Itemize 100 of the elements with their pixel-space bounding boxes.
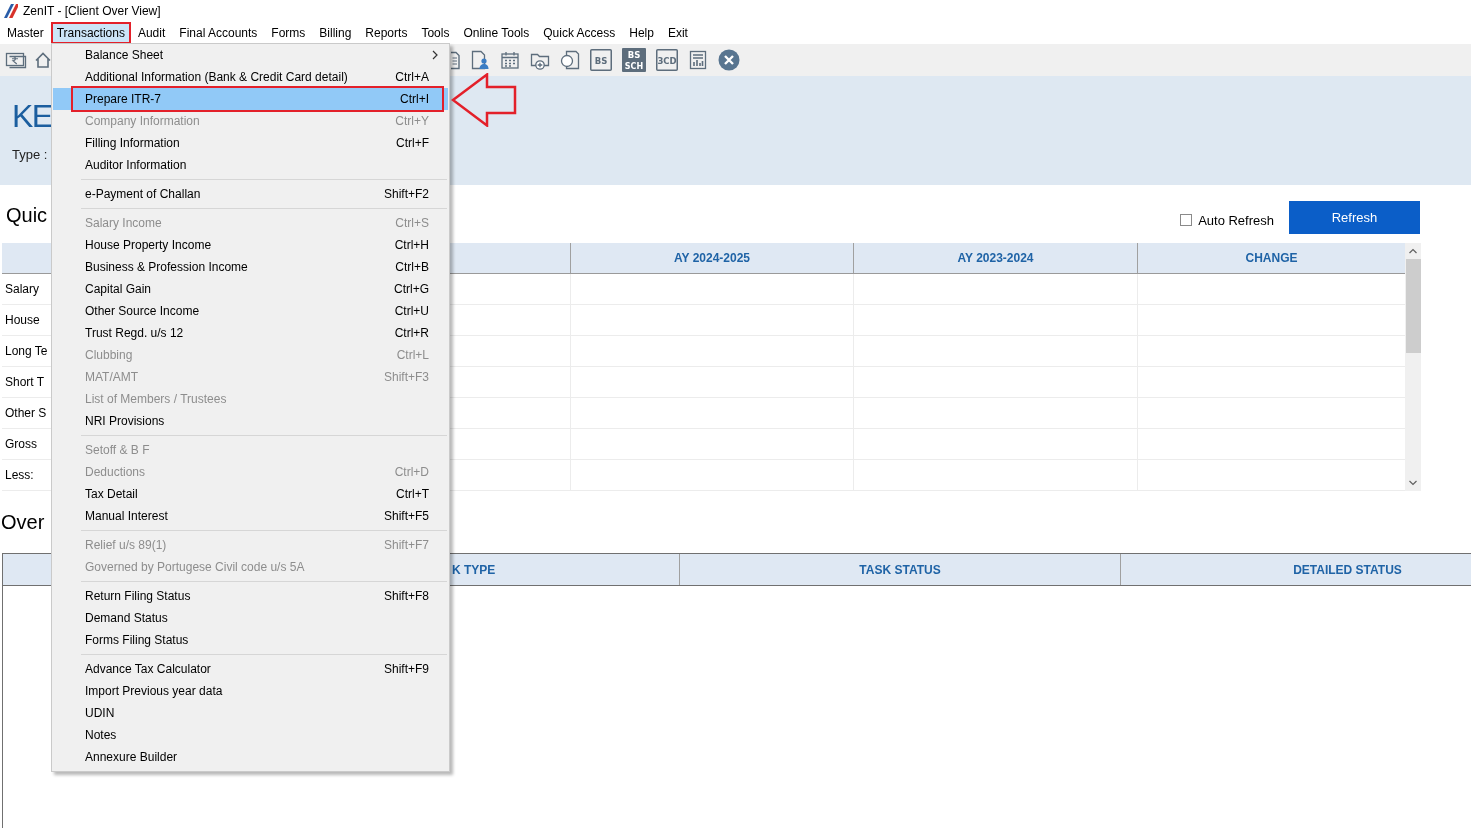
calendar-icon[interactable] [500,50,520,70]
refresh-button[interactable]: Refresh [1289,201,1420,234]
shortcut-label: Shift+F9 [383,662,429,676]
shortcut-label: Shift+F8 [383,589,429,603]
scroll-thumb[interactable] [1405,259,1421,353]
menu-item[interactable]: Business & Profession Income Ctrl+B [53,256,448,278]
menu-item-label: Salary Income [85,216,162,230]
client-name: KE [12,97,52,136]
menu-bar-item[interactable]: Exit [660,22,695,44]
menu-item-label: Auditor Information [85,158,187,172]
shortcut-label: Ctrl+U [394,304,429,318]
row-label: Long Te [5,344,48,358]
menu-item-label: Other Source Income [85,304,200,318]
menu-bar-item[interactable]: Master [0,22,51,44]
menu-item[interactable]: Tax Detail Ctrl+T [53,483,448,505]
column-header: DETAILED STATUS [1120,554,1470,585]
menu-item[interactable]: Import Previous year data [53,680,448,702]
menu-item[interactable]: Advance Tax Calculator Shift+F9 [53,658,448,680]
menu-bar-item[interactable]: Help [622,22,661,44]
shortcut-label: Ctrl+D [394,465,429,479]
menu-item-label: Clubbing [85,348,133,362]
menu-item[interactable]: e-Payment of Challan Shift+F2 [53,183,448,205]
row-label: House [5,313,40,327]
window-title: ZenIT - [Client Over View] [23,4,161,18]
menu-item-label: Setoff & B F [85,443,150,457]
menu-item[interactable]: UDIN [53,702,448,724]
filled-document-tag-icon[interactable]: BS SCH [622,48,646,72]
menu-item-label: Relief u/s 89(1) [85,538,167,552]
menu-item-label: Company Information [85,114,200,128]
menu-item[interactable]: Capital Gain Ctrl+G [53,278,448,300]
column-header: K TYPE [451,561,497,579]
menu-item[interactable]: Demand Status [53,607,448,629]
menu-item-label: List of Members / Trustees [85,392,227,406]
menu-item[interactable]: Trust Regd. u/s 12 Ctrl+R [53,322,448,344]
menu-bar-item[interactable]: Transactions [52,24,129,42]
menu-item[interactable]: NRI Provisions [53,410,448,432]
menu-item-label: Import Previous year data [85,684,223,698]
menu-bar-item[interactable]: Quick Access [536,22,623,44]
menu-item[interactable]: Additional Information (Bank & Credit Card detail) Ctrl+A [53,66,448,88]
menu-item[interactable]: Balance Sheet [53,44,448,66]
menu-bar-item[interactable]: Final Accounts [172,22,265,44]
column-header: TASK STATUS [679,554,1120,585]
menu-item-label: Business & Profession Income [85,260,248,274]
menu-item[interactable]: Filling Information Ctrl+F [53,132,448,154]
shortcut-label: Shift+F7 [383,538,429,552]
menu-item-label: Additional Information (Bank & Credit Card detail) [85,70,348,84]
shortcut-label: Ctrl+T [396,487,429,501]
menu-item-label: Balance Sheet [85,48,164,62]
document-icon[interactable] [451,50,460,70]
home-icon[interactable] [35,50,51,70]
section-title: Over [1,510,45,534]
menu-item-label: NRI Provisions [85,414,165,428]
scrollbar[interactable] [1405,243,1421,491]
document-circle-icon[interactable] [560,50,580,70]
row-label: Less: [5,468,34,482]
menu-item-label: Demand Status [85,611,168,625]
menu-item[interactable]: Other Source Income Ctrl+U [53,300,448,322]
menu-bar-item[interactable]: Billing [312,22,359,44]
document-tag-icon[interactable]: 3CD [656,49,678,71]
shortcut-label: Shift+F5 [383,509,429,523]
shortcut-label: Ctrl+L [396,348,429,362]
menu-item-label: Filling Information [85,136,180,150]
menu-item[interactable]: House Property Income Ctrl+H [53,234,448,256]
menu-item[interactable]: Forms Filing Status [53,629,448,651]
client-type-label: Type : [12,147,48,163]
menu-item-label: Advance Tax Calculator [85,662,211,676]
document-tag-icon[interactable]: BS [590,49,612,71]
column-header: AY 2023-2024 [853,243,1137,273]
section-title: Quic [6,203,48,227]
menu-item[interactable]: Manual Interest Shift+F5 [53,505,448,527]
menu-bar-item[interactable]: Audit [130,22,173,44]
shortcut-label: Ctrl+H [394,238,429,252]
checkbox-label: Auto Refresh [1198,212,1274,228]
app-logo-icon [4,4,18,18]
menu-item-label: UDIN [85,706,115,720]
menu-item[interactable]: Return Filing Status Shift+F8 [53,585,448,607]
menu-item[interactable]: Auditor Information [53,154,448,176]
shortcut-label: Ctrl+G [394,282,429,296]
column-header: AY 2024-2025 [570,243,853,273]
shortcut-label: Ctrl+A [395,70,429,84]
menu-bar-item[interactable]: Forms [264,22,313,44]
menu-item-label: Return Filing Status [85,589,191,603]
shortcut-label: Ctrl+Y [395,114,429,128]
menu-item-label: Trust Regd. u/s 12 [85,326,184,340]
close-icon[interactable] [718,49,740,71]
menu-item[interactable]: Notes [53,724,448,746]
banknote-icon[interactable] [5,50,27,70]
shortcut-label: Ctrl+R [394,326,429,340]
menu-bar-item[interactable]: Tools [414,22,457,44]
menu-bar-item[interactable]: Reports [358,22,415,44]
row-label: Salary [5,282,39,296]
menu-item-label: Deductions [85,465,146,479]
menu-item[interactable]: Annexure Builder [53,746,448,768]
shortcut-label: Ctrl+B [395,260,429,274]
auto-refresh-checkbox[interactable] [1180,214,1193,226]
document-user-icon[interactable] [470,50,490,70]
row-label: Gross [5,437,37,451]
menu-item-label: Annexure Builder [85,750,178,764]
menu-bar-item[interactable]: Online Tools [456,22,537,44]
report-icon[interactable] [688,50,708,70]
